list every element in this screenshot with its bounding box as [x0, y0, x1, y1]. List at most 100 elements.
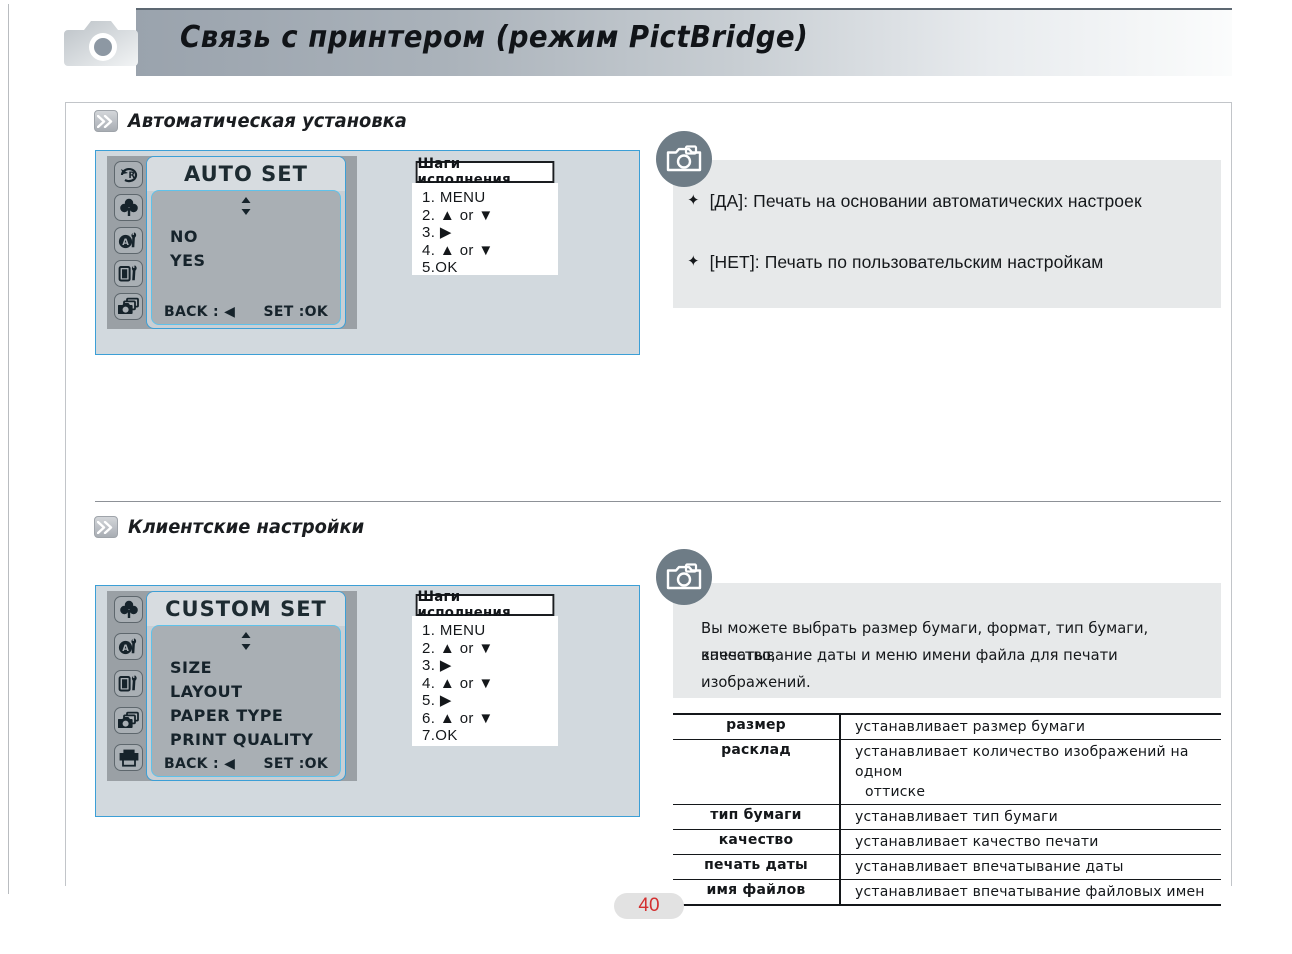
step-line: 4. ▲ or ▼	[422, 674, 494, 692]
lcd-footer-set: SET :OK	[263, 756, 328, 772]
step-line: 3. ▶	[422, 657, 452, 674]
clover-icon[interactable]	[114, 194, 143, 221]
svg-text:R: R	[128, 171, 135, 181]
lcd-option-no[interactable]: NO	[170, 227, 198, 246]
steps-body-custom-set: 1. MENU 2. ▲ or ▼ 3. ▶ 4. ▲ or ▼ 5. ▶ 6.…	[412, 616, 558, 746]
step-line: 5.OK	[422, 259, 458, 276]
page-number: 40	[614, 893, 684, 919]
lcd-footer: BACK : ◀ SET :OK	[152, 756, 340, 772]
lcd-option-layout[interactable]: LAYOUT	[170, 682, 243, 701]
table-cell-desc-text: устанавливает количество изображений на …	[855, 744, 1189, 780]
svg-text:A: A	[122, 644, 129, 654]
section-heading-auto-set: Автоматическая установка	[94, 110, 425, 132]
table-row: расклад устанавливает количество изображ…	[673, 739, 1221, 805]
lcd-screen-body: SIZE LAYOUT PAPER TYPE PRINT QUALITY BAC…	[151, 625, 341, 777]
table-cell-desc: устанавливает впечатывание даты	[840, 854, 1221, 880]
camera-icon	[64, 16, 142, 68]
table-cell-term: расклад	[673, 739, 841, 805]
lcd-mode-rail: R A	[107, 156, 149, 329]
lcd-footer-set: SET :OK	[263, 304, 328, 320]
page-left-rule	[8, 4, 9, 894]
table-cell-desc-continuation: оттиске	[865, 784, 926, 800]
table-cell-desc-text: устанавливает размер бумаги	[855, 719, 1086, 735]
auto-setup-wrench-icon[interactable]: A	[114, 633, 143, 660]
up-down-arrows-icon	[240, 196, 253, 219]
lcd-illustration-custom-set: A CUSTOM SET SIZE LAYOUT PAPER TYPE PRIN…	[95, 585, 640, 817]
note-text: [НЕТ]: Печать по пользовательским настро…	[709, 252, 1104, 272]
lcd-footer-back: BACK : ◀	[164, 756, 236, 772]
double-chevron-right-icon	[94, 516, 118, 538]
table-row: тип бумаги устанавливает тип бумаги	[673, 804, 1221, 830]
lcd-option-size[interactable]: SIZE	[170, 658, 212, 677]
card-setup-wrench-icon[interactable]	[114, 260, 143, 287]
lcd-option-yes[interactable]: YES	[170, 251, 206, 270]
step-line: 2. ▲ or ▼	[422, 639, 494, 657]
lcd-screen-title: AUTO SET	[147, 157, 345, 191]
star-bullet-icon: ✦	[687, 253, 700, 270]
clover-icon[interactable]	[114, 596, 143, 623]
printer-icon[interactable]	[114, 744, 143, 771]
table-cell-desc: устанавливает размер бумаги	[840, 714, 1221, 740]
section-title: Автоматическая установка	[128, 110, 407, 132]
table-row: качество устанавливает качество печати	[673, 829, 1221, 855]
table-cell-desc: устанавливает количество изображений на …	[840, 739, 1221, 805]
pictbridge-camera-icon[interactable]	[114, 293, 143, 320]
step-line: 1. MENU	[422, 189, 486, 206]
lcd-screen-auto-set: AUTO SET NO YES BACK : ◀ SET :OK	[146, 156, 346, 329]
camera-icon	[656, 131, 712, 187]
steps-header-custom-set: Шаги исполнения	[415, 589, 555, 621]
lcd-footer-back: BACK : ◀	[164, 304, 236, 320]
step-line: 7.OK	[422, 727, 458, 744]
table-cell-term: печать даты	[673, 854, 841, 880]
section-divider	[95, 501, 1221, 502]
lcd-option-print-quality[interactable]: PRINT QUALITY	[170, 730, 314, 749]
note-panel-custom-set: Вы можете выбрать размер бумаги, формат,…	[673, 583, 1221, 698]
table-cell-term: размер	[673, 714, 841, 740]
table-row: имя файлов устанавливает впечатывание фа…	[673, 879, 1221, 905]
table-row: печать даты устанавливает впечатывание д…	[673, 854, 1221, 880]
svg-text:A: A	[122, 238, 129, 248]
step-line: 1. MENU	[422, 622, 486, 639]
table-cell-term: качество	[673, 829, 841, 855]
up-down-arrows-icon	[240, 631, 253, 654]
table-row: размер устанавливает размер бумаги	[673, 714, 1221, 740]
star-bullet-icon: ✦	[687, 192, 700, 209]
note-text: [ДА]: Печать на основании автоматических…	[709, 191, 1142, 211]
pictbridge-camera-icon[interactable]	[114, 707, 143, 734]
section-title: Клиентские настройки	[128, 516, 365, 538]
note-bullet-no: ✦ [НЕТ]: Печать по пользовательским наст…	[687, 252, 1103, 272]
lcd-screen-custom-set: CUSTOM SET SIZE LAYOUT PAPER TYPE PRINT …	[146, 591, 346, 781]
lcd-screen-title: CUSTOM SET	[147, 592, 345, 626]
lcd-illustration-auto-set: R A AUTO SET NO YES BACK: ◀ SET:OK Шаг…	[95, 150, 640, 355]
table-cell-desc: устанавливает тип бумаги	[840, 804, 1221, 830]
table-cell-desc-text: устанавливает впечатывание файловых имен	[855, 884, 1205, 900]
table-cell-desc: устанавливает качество печати	[840, 829, 1221, 855]
step-line: 6. ▲ or ▼	[422, 709, 494, 727]
card-setup-wrench-icon[interactable]	[114, 670, 143, 697]
step-line: 2. ▲ or ▼	[422, 206, 494, 224]
section-heading-custom-set: Клиентские настройки	[94, 516, 379, 538]
double-chevron-right-icon	[94, 110, 118, 132]
step-line: 3. ▶	[422, 224, 452, 241]
note-panel-auto-set: ✦ [ДА]: Печать на основании автоматическ…	[673, 160, 1221, 308]
page-header: Связь с принтером (режим PictBridge)	[136, 8, 1232, 76]
lcd-option-paper-type[interactable]: PAPER TYPE	[170, 706, 283, 725]
table-cell-desc-text: устанавливает впечатывание даты	[855, 859, 1124, 875]
note-paragraph-line-2: впечатывание даты и меню имени файла для…	[701, 646, 1118, 691]
table-cell-desc: устанавливает впечатывание файловых имен	[840, 879, 1221, 905]
lcd-footer: BACK : ◀ SET :OK	[152, 304, 340, 320]
auto-setup-wrench-icon[interactable]: A	[114, 227, 143, 254]
note-bullet-yes: ✦ [ДА]: Печать на основании автоматическ…	[687, 191, 1142, 211]
step-line: 5. ▶	[422, 692, 452, 709]
page-title: Связь с принтером (режим PictBridge)	[180, 20, 809, 55]
step-line: 4. ▲ or ▼	[422, 241, 494, 259]
lcd-screen-body: NO YES BACK : ◀ SET :OK	[151, 190, 341, 325]
table-cell-desc-text: устанавливает качество печати	[855, 834, 1099, 850]
table-cell-desc-text: устанавливает тип бумаги	[855, 809, 1058, 825]
lcd-mode-rail: A	[107, 591, 149, 781]
steps-header-auto-set: Шаги исполнения	[415, 156, 555, 188]
settings-description-table: размер устанавливает размер бумаги раскл…	[673, 713, 1221, 906]
table-cell-term: тип бумаги	[673, 804, 841, 830]
steps-body-auto-set: 1. MENU 2. ▲ or ▼ 3. ▶ 4. ▲ or ▼ 5.OK	[412, 183, 558, 276]
rotate-r-icon[interactable]: R	[114, 161, 143, 188]
